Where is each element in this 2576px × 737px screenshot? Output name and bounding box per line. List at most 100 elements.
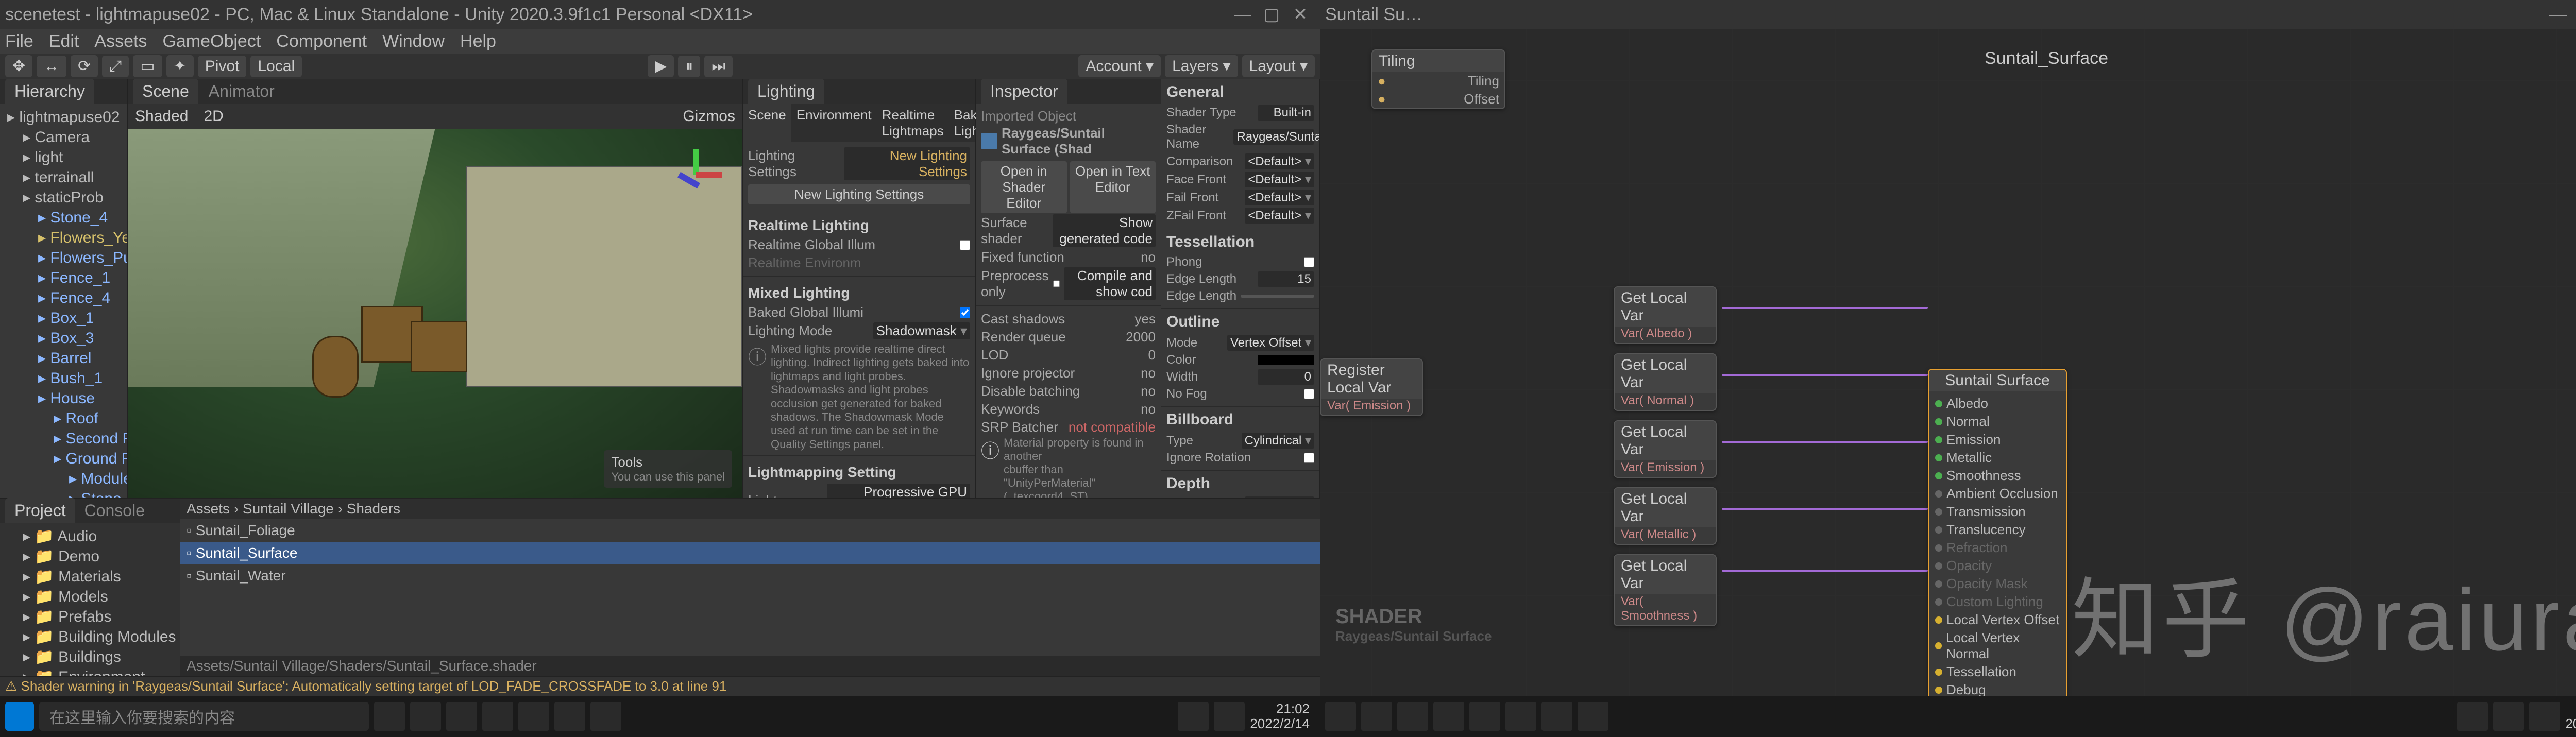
- tessellation-header[interactable]: Tessellation: [1166, 233, 1314, 251]
- hierarchy-item[interactable]: ▸ Flowers_Purple: [3, 248, 124, 268]
- scene-viewport[interactable]: Tools You can use this panel: [128, 129, 742, 498]
- phong-check[interactable]: [1304, 257, 1314, 267]
- maximize-icon[interactable]: ▢: [2572, 4, 2576, 25]
- hierarchy-item[interactable]: ▸ Fence_1: [3, 268, 124, 288]
- inspector-tab[interactable]: Inspector: [981, 79, 1067, 104]
- start-button[interactable]: [5, 702, 34, 731]
- hierarchy-item[interactable]: ▸ Box_3: [3, 328, 124, 348]
- shaded-dropdown[interactable]: Shaded: [135, 108, 188, 125]
- surface-output-port[interactable]: Translucency: [1935, 521, 2060, 539]
- folder-item[interactable]: ▸ 📁 Demo: [3, 546, 177, 567]
- menu-gameobject[interactable]: GameObject: [162, 31, 261, 52]
- hierarchy-item[interactable]: ▸ Stone_4: [3, 208, 124, 228]
- edge-length-slider[interactable]: [1241, 295, 1314, 298]
- depth-header[interactable]: Depth: [1166, 475, 1314, 492]
- hierarchy-tab[interactable]: Hierarchy: [5, 79, 94, 104]
- orientation-gizmo-icon[interactable]: [670, 149, 722, 201]
- surface-output-port[interactable]: Emission: [1935, 431, 2060, 449]
- file-item[interactable]: ▫ Suntail_Water: [180, 564, 1320, 587]
- preprocess-check[interactable]: [1053, 279, 1060, 289]
- menu-edit[interactable]: Edit: [49, 31, 79, 52]
- local-toggle[interactable]: Local: [250, 56, 302, 77]
- surface-output-port[interactable]: Opacity: [1935, 557, 2060, 575]
- task-icon[interactable]: [590, 702, 621, 731]
- lightmapper-dropdown[interactable]: Progressive GPU (Preview): [827, 484, 970, 498]
- layers-dropdown[interactable]: Layers ▾: [1165, 55, 1238, 77]
- tray-icon[interactable]: [1505, 702, 1536, 731]
- compile-button[interactable]: Compile and show cod: [1064, 267, 1156, 300]
- new-lighting-settings-button[interactable]: New Lighting Settings: [748, 184, 970, 204]
- folder-item[interactable]: ▸ 📁 Audio: [3, 526, 177, 546]
- layout-dropdown[interactable]: Layout ▾: [1242, 55, 1315, 77]
- open-text-editor-button[interactable]: Open in Text Editor: [1070, 161, 1156, 213]
- folder-item[interactable]: ▸ 📁 Building Modules: [3, 627, 177, 647]
- tray-icon[interactable]: [1433, 702, 1464, 731]
- general-header[interactable]: General: [1166, 83, 1314, 101]
- hierarchy-item[interactable]: ▸ Second Floor: [3, 429, 124, 449]
- tray-icon[interactable]: [1469, 702, 1500, 731]
- tiling-node[interactable]: Tiling ● Tiling ● Offset: [1371, 49, 1505, 109]
- task-icon[interactable]: [374, 702, 405, 731]
- task-icon[interactable]: [410, 702, 441, 731]
- surface-output-port[interactable]: Transmission: [1935, 503, 2060, 521]
- menu-window[interactable]: Window: [382, 31, 445, 52]
- tray-icon[interactable]: [2457, 702, 2488, 731]
- hierarchy-item[interactable]: ▸ Flowers_Yellow: [3, 228, 124, 248]
- get-local-var-node[interactable]: Get Local VarVar( Smoothness ): [1614, 554, 1717, 626]
- clock[interactable]: 21:02 2022/2/14: [2565, 701, 2576, 731]
- surface-output-port[interactable]: Albedo: [1935, 395, 2060, 413]
- rotate-tool-icon[interactable]: ⟳: [71, 55, 98, 77]
- folder-item[interactable]: ▸ 📁 Environment: [3, 667, 177, 676]
- hierarchy-item[interactable]: ▸ Fence_4: [3, 288, 124, 308]
- task-icon[interactable]: [446, 702, 477, 731]
- task-icon[interactable]: [482, 702, 513, 731]
- realtime-gi-check[interactable]: [960, 240, 970, 250]
- get-local-var-node[interactable]: Get Local VarVar( Normal ): [1614, 353, 1717, 411]
- menu-component[interactable]: Component: [276, 31, 367, 52]
- surface-output-port[interactable]: Refraction: [1935, 539, 2060, 557]
- tray-icon[interactable]: [1361, 702, 1392, 731]
- hierarchy-tree[interactable]: ▸ lightmapuse02 ▸ Camera▸ light▸ terrain…: [0, 104, 127, 498]
- tray-icon[interactable]: [1325, 702, 1356, 731]
- minimize-icon[interactable]: —: [1228, 5, 1257, 25]
- get-local-var-node[interactable]: Get Local VarVar( Metallic ): [1614, 487, 1717, 545]
- lighting-subtab-scene[interactable]: Scene: [743, 104, 791, 142]
- 2d-toggle[interactable]: 2D: [204, 108, 223, 125]
- file-item[interactable]: ▫ Suntail_Foliage: [180, 519, 1320, 542]
- move-tool-icon[interactable]: ↔: [37, 56, 66, 77]
- get-local-var-node[interactable]: Get Local VarVar( Albedo ): [1614, 286, 1717, 344]
- pause-icon[interactable]: ⏸: [678, 56, 700, 77]
- new-lighting-settings-link[interactable]: New Lighting Settings: [844, 147, 970, 180]
- hierarchy-item[interactable]: ▸ Modules: [3, 469, 124, 489]
- hierarchy-item[interactable]: ▸ Box_1: [3, 308, 124, 328]
- maximize-icon[interactable]: ▢: [1257, 4, 1286, 25]
- surface-output-port[interactable]: Debug: [1935, 681, 2060, 696]
- surface-output-port[interactable]: Local Vertex Offset: [1935, 611, 2060, 629]
- menu-help[interactable]: Help: [460, 31, 496, 52]
- vertex-offset-dropdown[interactable]: Vertex Offset: [1227, 335, 1314, 351]
- play-icon[interactable]: ▶: [648, 55, 674, 77]
- hierarchy-item[interactable]: ▸ Ground Floor: [3, 449, 124, 469]
- task-icon[interactable]: [518, 702, 549, 731]
- tray-icon[interactable]: [2493, 702, 2524, 731]
- hierarchy-item[interactable]: ▸ Roof: [3, 408, 124, 429]
- tray-icon[interactable]: [1541, 702, 1572, 731]
- lighting-subtab-rt[interactable]: Realtime Lightmaps: [877, 104, 949, 142]
- surface-output-port[interactable]: Normal: [1935, 413, 2060, 431]
- hierarchy-item[interactable]: ▸ Camera: [3, 127, 124, 147]
- scene-tab[interactable]: Scene: [133, 79, 198, 104]
- pivot-toggle[interactable]: Pivot: [198, 56, 247, 77]
- console-tab[interactable]: Console: [75, 501, 154, 520]
- search-input[interactable]: 在这里输入你要搜索的内容: [39, 702, 369, 731]
- tray-icon[interactable]: [1397, 702, 1428, 731]
- tray-icon[interactable]: [1578, 702, 1608, 731]
- outline-color-field[interactable]: [1258, 355, 1314, 365]
- hierarchy-item[interactable]: ▸ Stone_1: [3, 489, 124, 498]
- surface-output-port[interactable]: Local Vertex Normal: [1935, 629, 2060, 663]
- hierarchy-item[interactable]: ▸ House: [3, 388, 124, 408]
- surface-output-port[interactable]: Smoothness: [1935, 467, 2060, 485]
- surface-output-port[interactable]: Custom Lighting: [1935, 593, 2060, 611]
- graph-canvas[interactable]: Output Node Suntail_Surface Tiling ● Til…: [1320, 29, 2576, 696]
- minimize-icon[interactable]: —: [2544, 5, 2572, 25]
- menu-assets[interactable]: Assets: [94, 31, 147, 52]
